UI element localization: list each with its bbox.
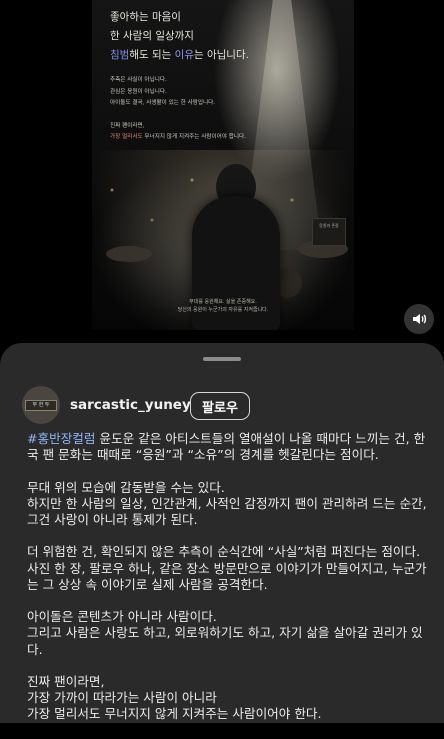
caption-paragraph-1: #홍반장컬럼 윤도운 같은 아티스트들의 열애설이 나올 때마다 느끼는 건, … (27, 431, 427, 463)
stage-sign-text: 응원과 존중 (319, 223, 339, 228)
sound-toggle-button[interactable] (404, 304, 434, 334)
poster-caption-1: 무대를 응원해요. 삶을 존중해요. (189, 299, 257, 305)
poster-small-5: 가장 멀리서도 무너지지 않게 지켜주는 사람이어야 합니다. (110, 132, 344, 144)
cymbal-left (106, 246, 152, 262)
avatar-text: 무 한 두 (25, 399, 57, 411)
poster-small-4: 진짜 팬이라면, (110, 122, 145, 129)
poster-small-3: 아이돌도 결국, 사생활이 있는 한 사람입니다. (110, 100, 216, 106)
poster-caption: 무대를 응원해요. 삶을 존중해요. 당신의 응원이 누군가의 자유를 지켜줍니… (92, 298, 354, 314)
speaker-icon (413, 314, 427, 324)
caption-paragraph-4: 아이돌은 콘텐츠가 아니라 사람이다. 그리고 사람은 사랑도 하고, 외로워하… (27, 609, 423, 657)
sheet-drag-handle[interactable] (203, 357, 241, 361)
poster-caption-2: 당신의 응원이 누군가의 자유를 지켜줍니다. (177, 307, 269, 313)
poster-line-1: 좋아하는 마음이 (110, 11, 181, 23)
hashtag-link[interactable]: #홍반장컬럼 (27, 431, 95, 446)
poster-small-1: 추측은 사실이 아닙니다. (110, 77, 167, 83)
poster-accent-1: 침범 (110, 49, 130, 61)
avatar[interactable]: 무 한 두 (22, 386, 60, 424)
poster-accent-2: 이유 (174, 49, 194, 61)
caption-paragraph-2: 무대 위의 모습에 감동받을 수는 있다. 하지만 한 사람의 일상, 인간관계… (27, 479, 427, 527)
poster-small-2: 관심은 응원이 아닙니다. (110, 88, 167, 95)
follow-button[interactable]: 팔로우 (190, 392, 250, 420)
caption-sheet[interactable]: 무 한 두 sarcastic_yuney 팔로우 #홍반장컬럼 윤도운 같은 … (0, 343, 444, 723)
caption-paragraph-5: 진짜 팬이라면, 가장 가까이 따라가는 사람이 아니라 가장 멀리서도 무너지… (27, 673, 322, 722)
stage-sign: 응원과 존중 (312, 218, 346, 246)
poster-text: 좋아하는 마음이 한 사람의 일상까지 침범해도 되는 이유는 아닙니다. 추측… (110, 8, 344, 144)
post-caption: #홍반장컬럼 윤도운 같은 아티스트들의 열애설이 나올 때마다 느끼는 건, … (27, 431, 427, 739)
username[interactable]: sarcastic_yuney (70, 397, 191, 413)
post-image[interactable]: 응원과 존중 좋아하는 마음이 한 사람의 일상까지 침범해도 되는 이유는 아… (92, 0, 354, 330)
caption-paragraph-3: 더 위험한 건, 확인되지 않은 추측이 순식간에 “사실”처럼 퍼진다는 점이… (27, 544, 427, 592)
poster-small-accent: 가장 멀리서도 (110, 134, 143, 140)
poster-line-3-d: 는 아닙니다. (193, 49, 249, 61)
poster-line-3: 침범해도 되는 이유는 아닙니다. (110, 46, 344, 65)
poster-line-2: 한 사람의 일상까지 (110, 30, 194, 42)
poster-line-3-b: 해도 되는 (129, 49, 175, 61)
poster-small-5-b: 무너지지 않게 지켜주는 사람이어야 합니다. (142, 134, 246, 140)
